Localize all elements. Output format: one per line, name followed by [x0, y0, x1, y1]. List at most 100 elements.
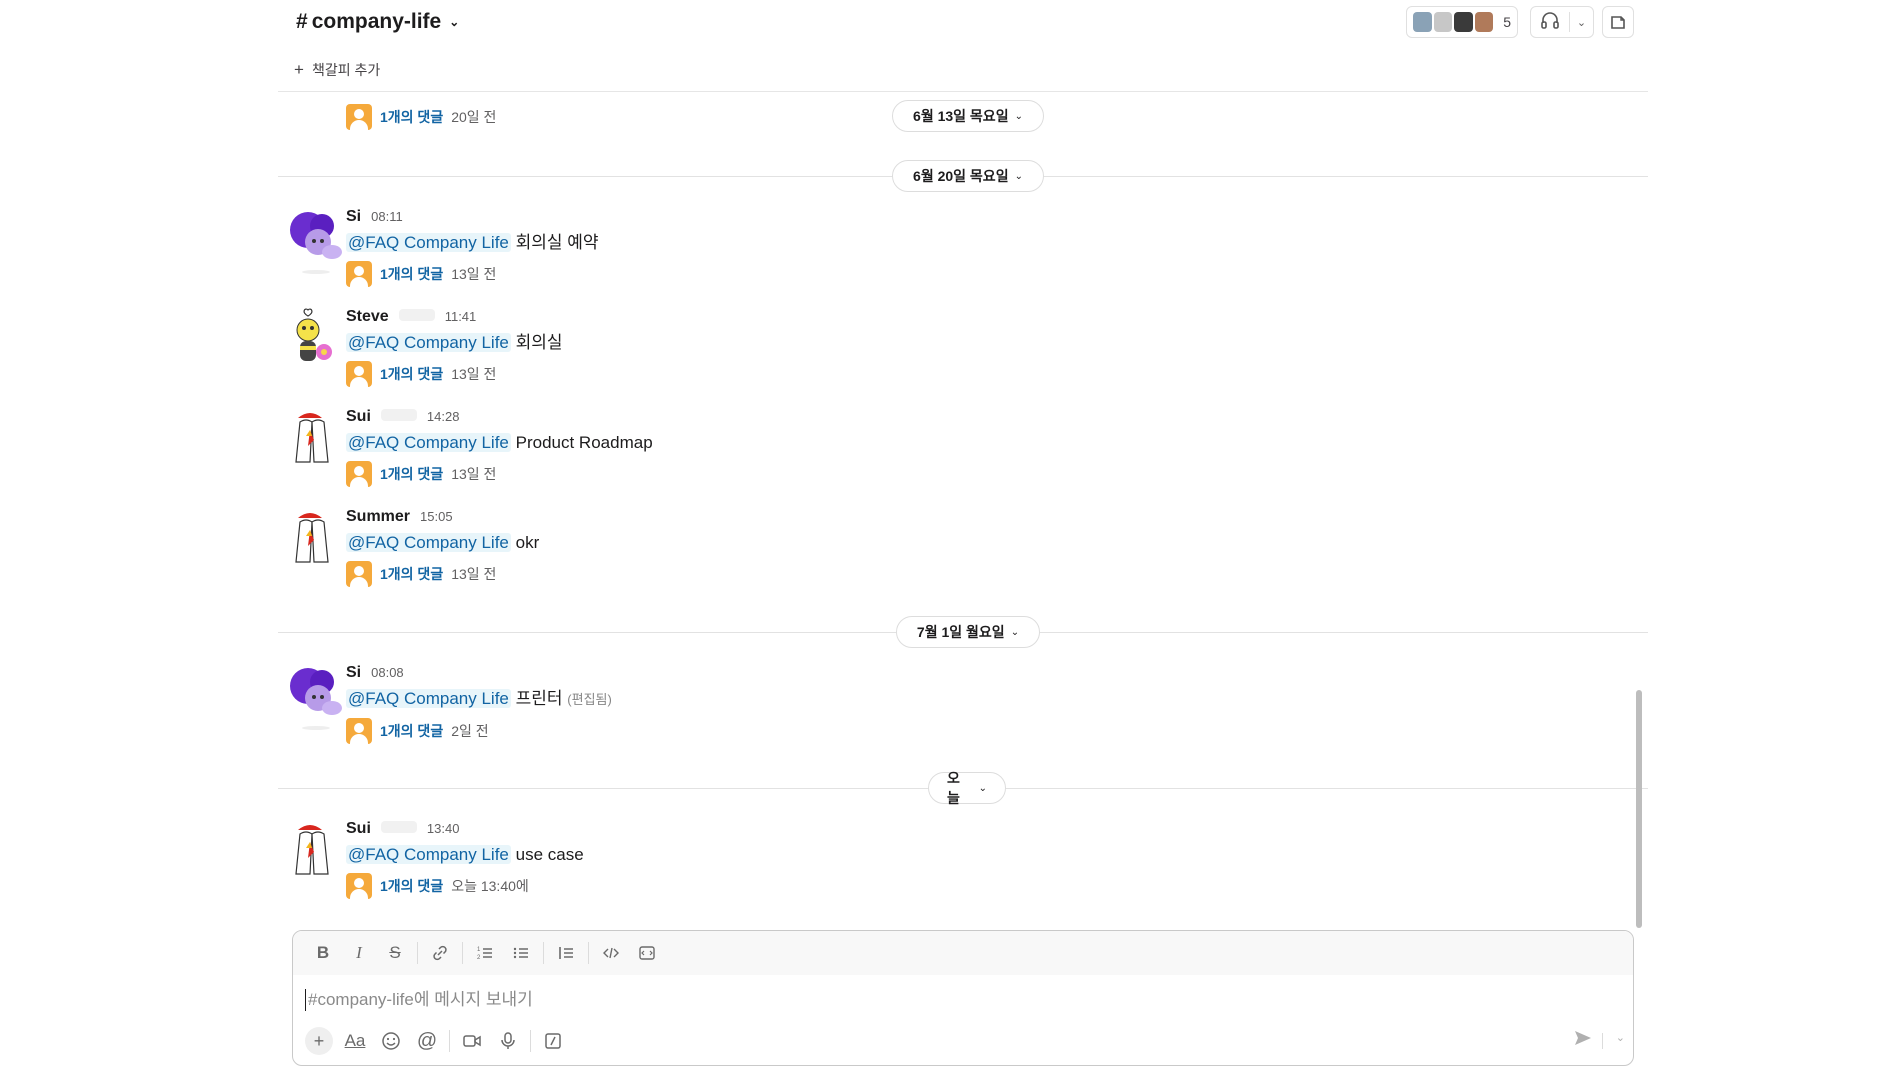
reply-time: 오늘 13:40에 — [451, 878, 529, 894]
chevron-down-icon[interactable]: ⌄ — [1570, 16, 1593, 29]
reply-time: 2일 전 — [451, 723, 489, 739]
reply-count[interactable]: 1개의 댓글 — [380, 564, 443, 584]
member-count: 5 — [1503, 14, 1511, 30]
strikethrough-icon[interactable]: S — [377, 937, 413, 969]
date-divider-button[interactable]: 6월 13일 목요일 ⌄ — [892, 100, 1044, 132]
edited-label: (편집됨) — [567, 692, 612, 707]
bullet-list-icon[interactable] — [503, 937, 539, 969]
reply-count[interactable]: 1개의 댓글 — [380, 876, 443, 896]
huddle-button[interactable]: ⌄ — [1530, 6, 1594, 38]
send-icon[interactable] — [1573, 1029, 1593, 1052]
chevron-down-icon: ⌄ — [1010, 626, 1020, 638]
divider — [543, 942, 544, 964]
thread-summary[interactable]: 1개의 댓글 13일 전 — [346, 361, 563, 387]
timestamp[interactable]: 15:05 — [420, 509, 453, 524]
message-composer: B I S 12 #company-life에 메시지 보내기 + Aa @ ⌄ — [292, 930, 1634, 1066]
members-button[interactable]: 5 — [1406, 6, 1518, 38]
italic-icon[interactable]: I — [341, 937, 377, 969]
avatar[interactable] — [286, 508, 342, 568]
message-content: okr — [515, 533, 540, 552]
message-input[interactable]: #company-life에 메시지 보내기 — [305, 989, 1605, 1011]
message-text: @FAQ Company Life 회의실 — [346, 331, 563, 355]
mention[interactable]: @FAQ Company Life — [346, 689, 511, 708]
user-name[interactable]: Steve — [346, 308, 389, 326]
reply-avatar — [346, 461, 372, 487]
timestamp[interactable]: 08:11 — [371, 209, 403, 224]
member-avatar — [1433, 12, 1453, 32]
date-divider-button[interactable]: 오늘 ⌄ — [928, 770, 1006, 806]
bold-icon[interactable]: B — [305, 937, 341, 969]
mention[interactable]: @FAQ Company Life — [346, 233, 511, 252]
plus-icon[interactable]: + — [305, 1027, 333, 1055]
date-divider-button[interactable]: 7월 1일 월요일 ⌄ — [896, 616, 1040, 648]
thread-summary[interactable]: 1개의 댓글 2일 전 — [346, 718, 612, 744]
user-name[interactable]: Sui — [346, 408, 371, 426]
user-name[interactable]: Si — [346, 208, 361, 226]
mention[interactable]: @FAQ Company Life — [346, 433, 511, 452]
timestamp[interactable]: 14:28 — [427, 409, 460, 424]
date-divider-button[interactable]: 6월 20일 목요일 ⌄ — [892, 160, 1044, 192]
chevron-down-icon[interactable]: ⌄ — [1616, 1031, 1625, 1044]
divider — [530, 1030, 531, 1052]
reply-avatar — [346, 261, 372, 287]
date-label: 7월 1일 월요일 — [916, 624, 1005, 640]
code-icon[interactable] — [593, 937, 629, 969]
message-content: 회의실 예약 — [515, 233, 599, 252]
ordered-list-icon[interactable]: 12 — [467, 937, 503, 969]
avatar[interactable] — [286, 820, 342, 880]
reply-count[interactable]: 1개의 댓글 — [380, 264, 443, 284]
user-name[interactable]: Summer — [346, 508, 410, 526]
message-text: @FAQ Company Life use case — [346, 843, 584, 867]
scrollbar[interactable] — [1636, 690, 1642, 928]
video-icon[interactable] — [454, 1025, 490, 1057]
reply-count[interactable]: 1개의 댓글 — [380, 464, 443, 484]
canvas-icon — [1611, 16, 1625, 29]
redacted-name — [380, 409, 417, 421]
avatar[interactable] — [286, 208, 342, 274]
redacted-name — [380, 821, 417, 833]
avatar[interactable] — [286, 308, 342, 368]
reply-time: 13일 전 — [451, 266, 497, 282]
reply-time: 13일 전 — [451, 566, 497, 582]
mention[interactable]: @FAQ Company Life — [346, 845, 511, 864]
thread-summary[interactable]: 1개의 댓글 13일 전 — [346, 461, 653, 487]
timestamp[interactable]: 08:08 — [371, 665, 404, 680]
mention-icon[interactable]: @ — [409, 1025, 445, 1057]
timestamp[interactable]: 11:41 — [445, 309, 477, 324]
divider — [417, 942, 418, 964]
reply-count[interactable]: 1개의 댓글 — [380, 364, 443, 384]
emoji-icon[interactable] — [373, 1025, 409, 1057]
reply-time: 13일 전 — [451, 466, 497, 482]
thread-summary[interactable]: 1개의 댓글 오늘 13:40에 — [346, 873, 584, 899]
avatar[interactable] — [286, 664, 342, 730]
thread-summary[interactable]: 1개의 댓글 13일 전 — [346, 261, 599, 287]
mention[interactable]: @FAQ Company Life — [346, 333, 511, 352]
text-format-icon[interactable]: Aa — [337, 1025, 373, 1057]
timestamp[interactable]: 13:40 — [427, 821, 460, 836]
plus-icon: + — [294, 60, 304, 79]
reply-avatar — [346, 361, 372, 387]
user-name[interactable]: Sui — [346, 820, 371, 838]
link-icon[interactable] — [422, 937, 458, 969]
reply-count[interactable]: 1개의 댓글 — [380, 107, 443, 127]
member-avatar — [1474, 12, 1494, 32]
channel-name-button[interactable]: # company-life ⌄ — [296, 10, 459, 34]
message-content: Product Roadmap — [515, 433, 653, 452]
mention[interactable]: @FAQ Company Life — [346, 533, 511, 552]
user-name[interactable]: Si — [346, 664, 361, 682]
date-label: 6월 13일 목요일 — [913, 108, 1009, 124]
message-text: @FAQ Company Life okr — [346, 531, 539, 555]
thread-summary[interactable]: 1개의 댓글 13일 전 — [346, 561, 539, 587]
message-content: use case — [515, 845, 584, 864]
add-bookmark-button[interactable]: + 책갈피 추가 — [294, 60, 380, 80]
thread-summary[interactable]: 1개의 댓글 20일 전 — [346, 104, 496, 130]
blockquote-icon[interactable] — [548, 937, 584, 969]
headphones-icon — [1531, 11, 1569, 34]
reply-count[interactable]: 1개의 댓글 — [380, 721, 443, 741]
avatar[interactable] — [286, 408, 342, 468]
svg-text:2: 2 — [477, 955, 481, 961]
microphone-icon[interactable] — [490, 1025, 526, 1057]
canvas-button[interactable] — [1602, 6, 1634, 38]
slash-command-icon[interactable] — [535, 1025, 571, 1057]
code-block-icon[interactable] — [629, 937, 665, 969]
